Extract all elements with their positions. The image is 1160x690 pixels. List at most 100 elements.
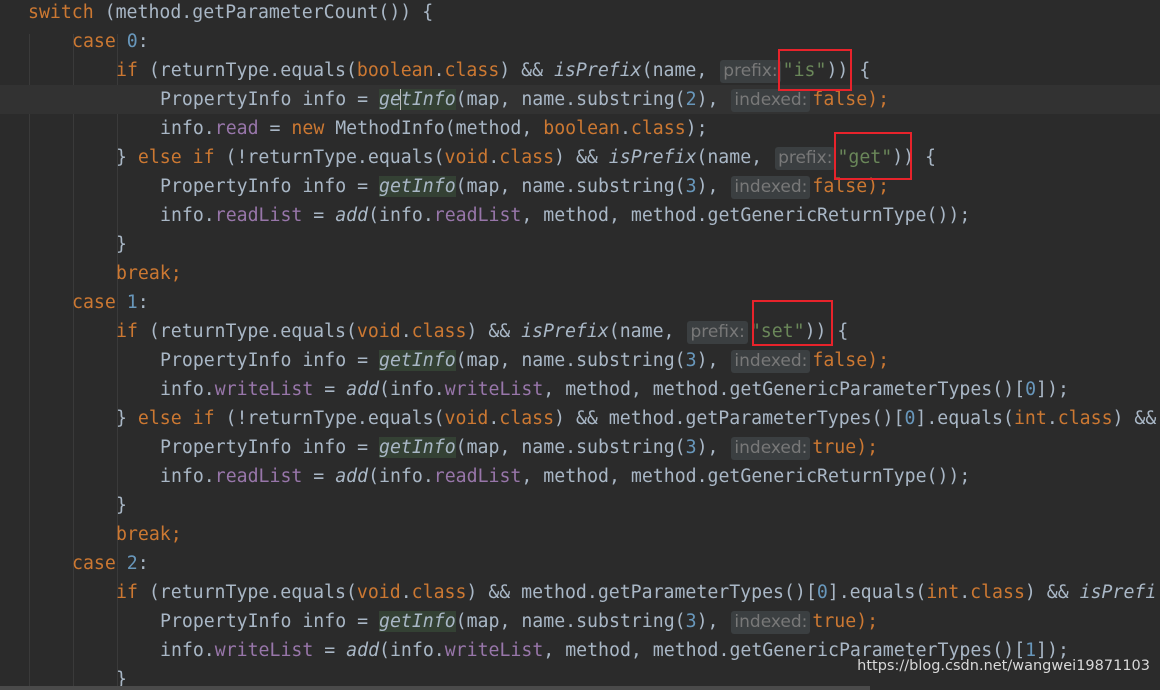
keyword: if — [116, 60, 138, 81]
code-text: = — [302, 205, 336, 226]
code-line[interactable]: PropertyInfo info = getInfo(map, name.su… — [160, 172, 889, 201]
keyword: class — [970, 582, 1025, 603]
method-call: isPrefix — [521, 321, 609, 342]
horizontal-scrollbar[interactable] — [0, 686, 870, 690]
code-text: ) && — [1112, 408, 1157, 429]
code-text: . — [488, 147, 500, 168]
field: readList — [433, 466, 522, 487]
method-call: getInfo — [379, 611, 456, 632]
number-literal: 2 — [685, 89, 697, 110]
code-text: ; — [170, 524, 182, 545]
keyword: if — [116, 321, 138, 342]
code-text: info. — [160, 205, 215, 226]
method-call: isPrefix — [608, 147, 697, 168]
keyword: void — [356, 321, 401, 342]
keyword: class — [630, 118, 686, 139]
code-text: , method, method.getGenericReturnType())… — [521, 466, 971, 487]
number-literal: 3 — [685, 611, 697, 632]
code-text: = — [302, 466, 336, 487]
code-text: } — [116, 234, 127, 255]
code-text: (!returnType.equals( — [225, 147, 445, 168]
code-text: (info. — [368, 466, 434, 487]
method-call: isPrefix — [554, 60, 642, 81]
code-text: ); — [867, 89, 890, 110]
parameter-hint: indexed: — [731, 437, 811, 460]
keyword: class — [444, 60, 500, 81]
code-text: . — [400, 582, 412, 603]
code-line[interactable]: info.readList = add(info.readList, metho… — [160, 201, 970, 230]
code-line[interactable]: break; — [116, 520, 182, 549]
code-text: (name, — [608, 321, 686, 342]
code-line[interactable]: case 2: — [72, 549, 149, 578]
code-text: ) && — [1024, 582, 1080, 603]
number-literal: 0 — [816, 582, 828, 603]
code-line[interactable]: if (returnType.equals(void.class) && isP… — [116, 317, 848, 346]
code-text: } — [116, 408, 138, 429]
code-line[interactable]: if (returnType.equals(void.class) && met… — [116, 578, 1156, 607]
code-text: ) && — [554, 147, 609, 168]
code-text: } — [116, 495, 127, 516]
code-line[interactable]: case 0: — [72, 27, 149, 56]
code-line[interactable]: info.writeList = add(info.writeList, met… — [160, 375, 1069, 404]
code-line[interactable]: PropertyInfo info = getInfo(map, name.su… — [160, 346, 889, 375]
keyword: new — [291, 118, 325, 139]
code-text: ), — [696, 89, 730, 110]
code-text: (returnType.equals( — [148, 321, 357, 342]
code-text: ), — [696, 350, 730, 371]
code-text: ), — [696, 437, 730, 458]
code-text: ), — [696, 611, 730, 632]
code-line[interactable]: } — [116, 491, 127, 520]
keyword: int — [926, 582, 960, 603]
keyword: false — [812, 350, 868, 371]
code-text: ); — [856, 437, 879, 458]
code-text: (returnType.equals( — [148, 60, 357, 81]
code-text: (map, name.substring( — [455, 611, 686, 632]
code-line[interactable]: PropertyInfo info = getInfo(map, name.su… — [160, 607, 878, 636]
code-text: . — [400, 321, 412, 342]
code-text: , method, method.getGenericParameterType… — [543, 379, 1026, 400]
code-line[interactable]: } — [116, 230, 127, 259]
keyword: case — [72, 31, 116, 52]
code-text: ); — [856, 611, 879, 632]
code-text: . — [959, 582, 971, 603]
code-line[interactable]: info.read = new MethodInfo(method, boole… — [160, 114, 708, 143]
parameter-hint: indexed: — [731, 89, 811, 112]
code-line[interactable]: } else if (!returnType.equals(void.class… — [116, 143, 936, 172]
code-line[interactable]: } else if (!returnType.equals(void.class… — [116, 404, 1156, 433]
code-text: (info. — [379, 379, 445, 400]
code-text: : — [137, 553, 149, 574]
code-text: (map, name.substring( — [455, 89, 686, 110]
code-text: ) && method.getParameterTypes()[ — [466, 582, 817, 603]
code-line[interactable]: if (returnType.equals(boolean.class) && … — [116, 56, 870, 85]
keyword: class — [499, 147, 555, 168]
code-line[interactable]: switch (method.getParameterCount()) { — [28, 0, 433, 27]
code-text: ].equals( — [915, 408, 1014, 429]
parameter-hint: prefix: — [720, 60, 781, 83]
code-text: PropertyInfo info = — [160, 89, 379, 110]
code-line[interactable]: PropertyInfo info = getInfo(map, name.su… — [160, 433, 878, 462]
code-text: : — [137, 31, 149, 52]
number-literal: 2 — [126, 553, 138, 574]
code-text: PropertyInfo info = — [160, 611, 379, 632]
parameter-hint: indexed: — [731, 176, 811, 199]
number-literal: 3 — [685, 437, 697, 458]
keyword: int — [1013, 408, 1047, 429]
code-text: (name, — [641, 60, 719, 81]
number-literal: 3 — [685, 350, 697, 371]
field: writeList — [444, 379, 544, 400]
code-line[interactable]: info.readList = add(info.readList, metho… — [160, 462, 970, 491]
code-line[interactable]: case 1: — [72, 288, 149, 317]
code-text: info. — [160, 379, 215, 400]
code-text: . — [488, 408, 500, 429]
code-editor[interactable]: switch (method.getParameterCount()) { ca… — [0, 0, 1160, 690]
text-caret — [400, 89, 401, 110]
field: writeList — [214, 379, 314, 400]
code-text: PropertyInfo info = — [160, 437, 379, 458]
code-text: = — [313, 640, 347, 661]
keyword: class — [499, 408, 555, 429]
code-text: ; — [170, 263, 182, 284]
keyword: break — [116, 263, 171, 284]
code-text: } — [116, 147, 138, 168]
code-line[interactable]: break; — [116, 259, 182, 288]
keyword: false — [812, 89, 868, 110]
